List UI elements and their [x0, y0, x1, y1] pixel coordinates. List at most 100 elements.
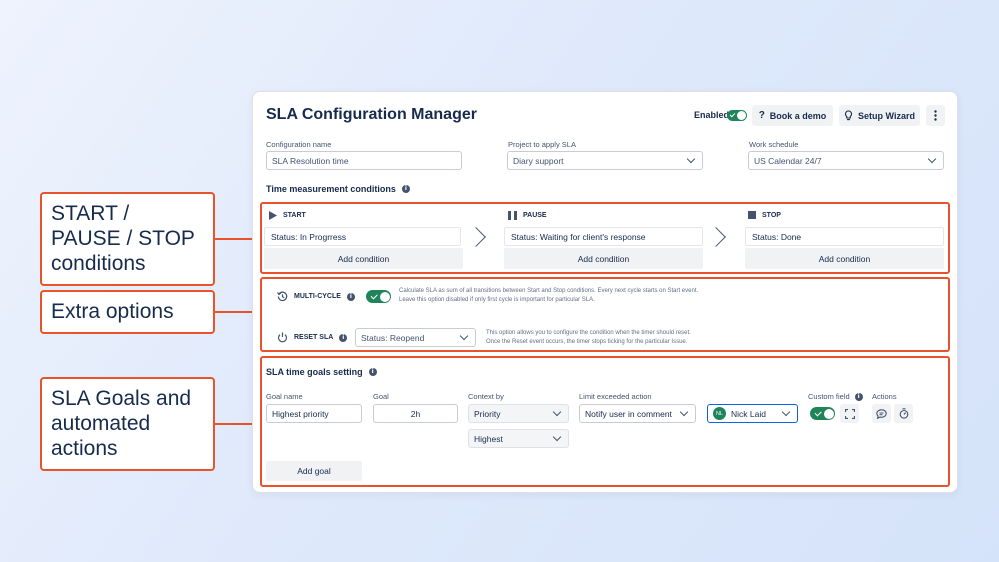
context-value-select[interactable]: Highest: [468, 429, 569, 448]
config-name-label: Configuration name: [266, 140, 332, 149]
user-select-content: NL Nick Laid: [713, 407, 766, 420]
play-icon: [269, 211, 277, 220]
goal-value: 2h: [410, 408, 421, 419]
phase-stop-header: STOP: [748, 211, 781, 219]
pause-add-condition-button[interactable]: Add condition: [504, 248, 703, 269]
sla-goals-title-text: SLA time goals setting: [266, 367, 363, 377]
timer-action-button[interactable]: [894, 404, 913, 423]
add-goal-button[interactable]: Add goal: [266, 461, 362, 481]
col-actions: Actions: [872, 392, 897, 401]
chevron-right-icon: [466, 227, 486, 247]
context-value-selected: Highest: [474, 433, 503, 444]
start-add-condition-button[interactable]: Add condition: [264, 248, 463, 269]
chevron-down-icon: [679, 407, 689, 417]
sla-goals-title: SLA time goals setting i: [266, 367, 377, 377]
project-select[interactable]: Diary support: [507, 151, 703, 170]
callout-start-pause-stop: START / PAUSE / STOP conditions: [40, 192, 215, 286]
context-value: Priority: [474, 408, 501, 419]
goal-name-value: Highest priority: [272, 408, 329, 419]
reset-sla-value: Status: Reopend: [361, 332, 425, 343]
enabled-toggle[interactable]: [727, 110, 747, 121]
reset-description: This option allows you to configure the …: [486, 329, 906, 346]
info-icon[interactable]: i: [401, 185, 410, 193]
extra-options-frame: MULTI-CYCLE i Calculate SLA as sum of al…: [260, 277, 950, 352]
context-select[interactable]: Priority: [468, 404, 569, 423]
sla-config-card: SLA Configuration Manager Enabled ? Book…: [252, 91, 958, 493]
chevron-down-icon: [686, 154, 696, 164]
setup-wizard-button[interactable]: Setup Wizard: [839, 105, 920, 126]
callout-sla-goals: SLA Goals and automated actions: [40, 377, 215, 471]
history-icon: [277, 291, 288, 302]
pause-condition[interactable]: Status: Waiting for client's response: [504, 227, 703, 246]
schedule-select[interactable]: US Calendar 24/7: [748, 151, 944, 170]
comment-icon: [876, 408, 887, 419]
chevron-down-icon: [552, 407, 562, 417]
more-menu-button[interactable]: [926, 105, 945, 126]
multicycle-description: Calculate SLA as sum of all transitions …: [399, 287, 799, 304]
chevron-down-icon: [927, 154, 937, 164]
expand-button[interactable]: [840, 404, 859, 423]
chevron-down-icon: [459, 331, 469, 341]
config-name-value: SLA Resolution time: [272, 155, 349, 166]
phase-start-label: START: [283, 212, 306, 219]
multicycle-option: MULTI-CYCLE i: [277, 291, 355, 302]
multicycle-desc-line1: Calculate SLA as sum of all transitions …: [399, 288, 699, 294]
stop-icon: [748, 211, 756, 219]
enabled-label: Enabled: [694, 110, 730, 120]
project-label: Project to apply SLA: [508, 140, 576, 149]
stop-condition[interactable]: Status: Done: [745, 227, 944, 246]
phase-start-header: START: [269, 211, 306, 220]
avatar: NL: [713, 407, 726, 420]
goal-name-input[interactable]: Highest priority: [266, 404, 362, 423]
col-goal: Goal: [373, 392, 389, 401]
col-custom-field: Custom field i: [808, 392, 863, 401]
config-name-input[interactable]: SLA Resolution time: [266, 151, 462, 170]
multicycle-toggle[interactable]: [366, 290, 391, 303]
power-icon: [277, 332, 288, 343]
limit-action-select[interactable]: Notify user in comment: [579, 404, 696, 423]
setup-wizard-label: Setup Wizard: [858, 110, 915, 121]
chevron-right-icon: [706, 227, 726, 247]
info-icon[interactable]: i: [346, 292, 355, 301]
lightbulb-icon: [844, 110, 853, 121]
reset-desc-line2: Once the Reset event occurs, the timer s…: [486, 338, 688, 345]
question-icon: ?: [758, 110, 765, 121]
info-icon[interactable]: i: [368, 368, 377, 376]
pause-icon: [508, 211, 517, 220]
callout-extra-options: Extra options: [40, 290, 215, 334]
stopwatch-icon: [899, 408, 908, 419]
col-limit-action: Limit exceeded action: [579, 392, 652, 401]
chevron-down-icon: [781, 407, 791, 417]
col-context: Context by: [468, 392, 504, 401]
book-demo-label: Book a demo: [769, 110, 827, 121]
more-vertical-icon: [934, 110, 937, 121]
reset-sla-select[interactable]: Status: Reopend: [355, 328, 476, 347]
reset-desc-line1: This option allows you to configure the …: [486, 330, 691, 336]
col-custom-field-text: Custom field: [808, 392, 850, 401]
custom-field-toggle[interactable]: [810, 407, 835, 420]
sla-goals-frame: SLA time goals setting i Goal name Goal …: [260, 356, 950, 487]
reset-sla-label: RESET SLA: [294, 334, 334, 341]
project-value: Diary support: [513, 155, 564, 166]
page-title: SLA Configuration Manager: [266, 106, 477, 123]
fullscreen-icon: [844, 408, 855, 419]
phase-pause-label: PAUSE: [523, 212, 547, 219]
book-demo-button[interactable]: ? Book a demo: [752, 105, 833, 126]
time-conditions-title-text: Time measurement conditions: [266, 184, 396, 194]
phase-pause-header: PAUSE: [508, 211, 547, 220]
user-name: Nick Laid: [731, 408, 766, 419]
schedule-label: Work schedule: [749, 140, 799, 149]
limit-action-value: Notify user in comment: [585, 408, 672, 419]
comment-action-button[interactable]: [872, 404, 891, 423]
stop-add-condition-button[interactable]: Add condition: [745, 248, 944, 269]
phase-stop-label: STOP: [762, 211, 781, 219]
user-select[interactable]: NL Nick Laid: [707, 404, 798, 423]
col-goal-name: Goal name: [266, 392, 303, 401]
multicycle-desc-line2: Leave this option disabled if only first…: [399, 296, 595, 303]
chevron-down-icon: [552, 432, 562, 442]
info-icon[interactable]: i: [854, 392, 863, 401]
start-condition[interactable]: Status: In Progrress: [264, 227, 461, 246]
goal-input[interactable]: 2h: [373, 404, 458, 423]
info-icon[interactable]: i: [339, 333, 348, 342]
schedule-value: US Calendar 24/7: [754, 155, 822, 166]
